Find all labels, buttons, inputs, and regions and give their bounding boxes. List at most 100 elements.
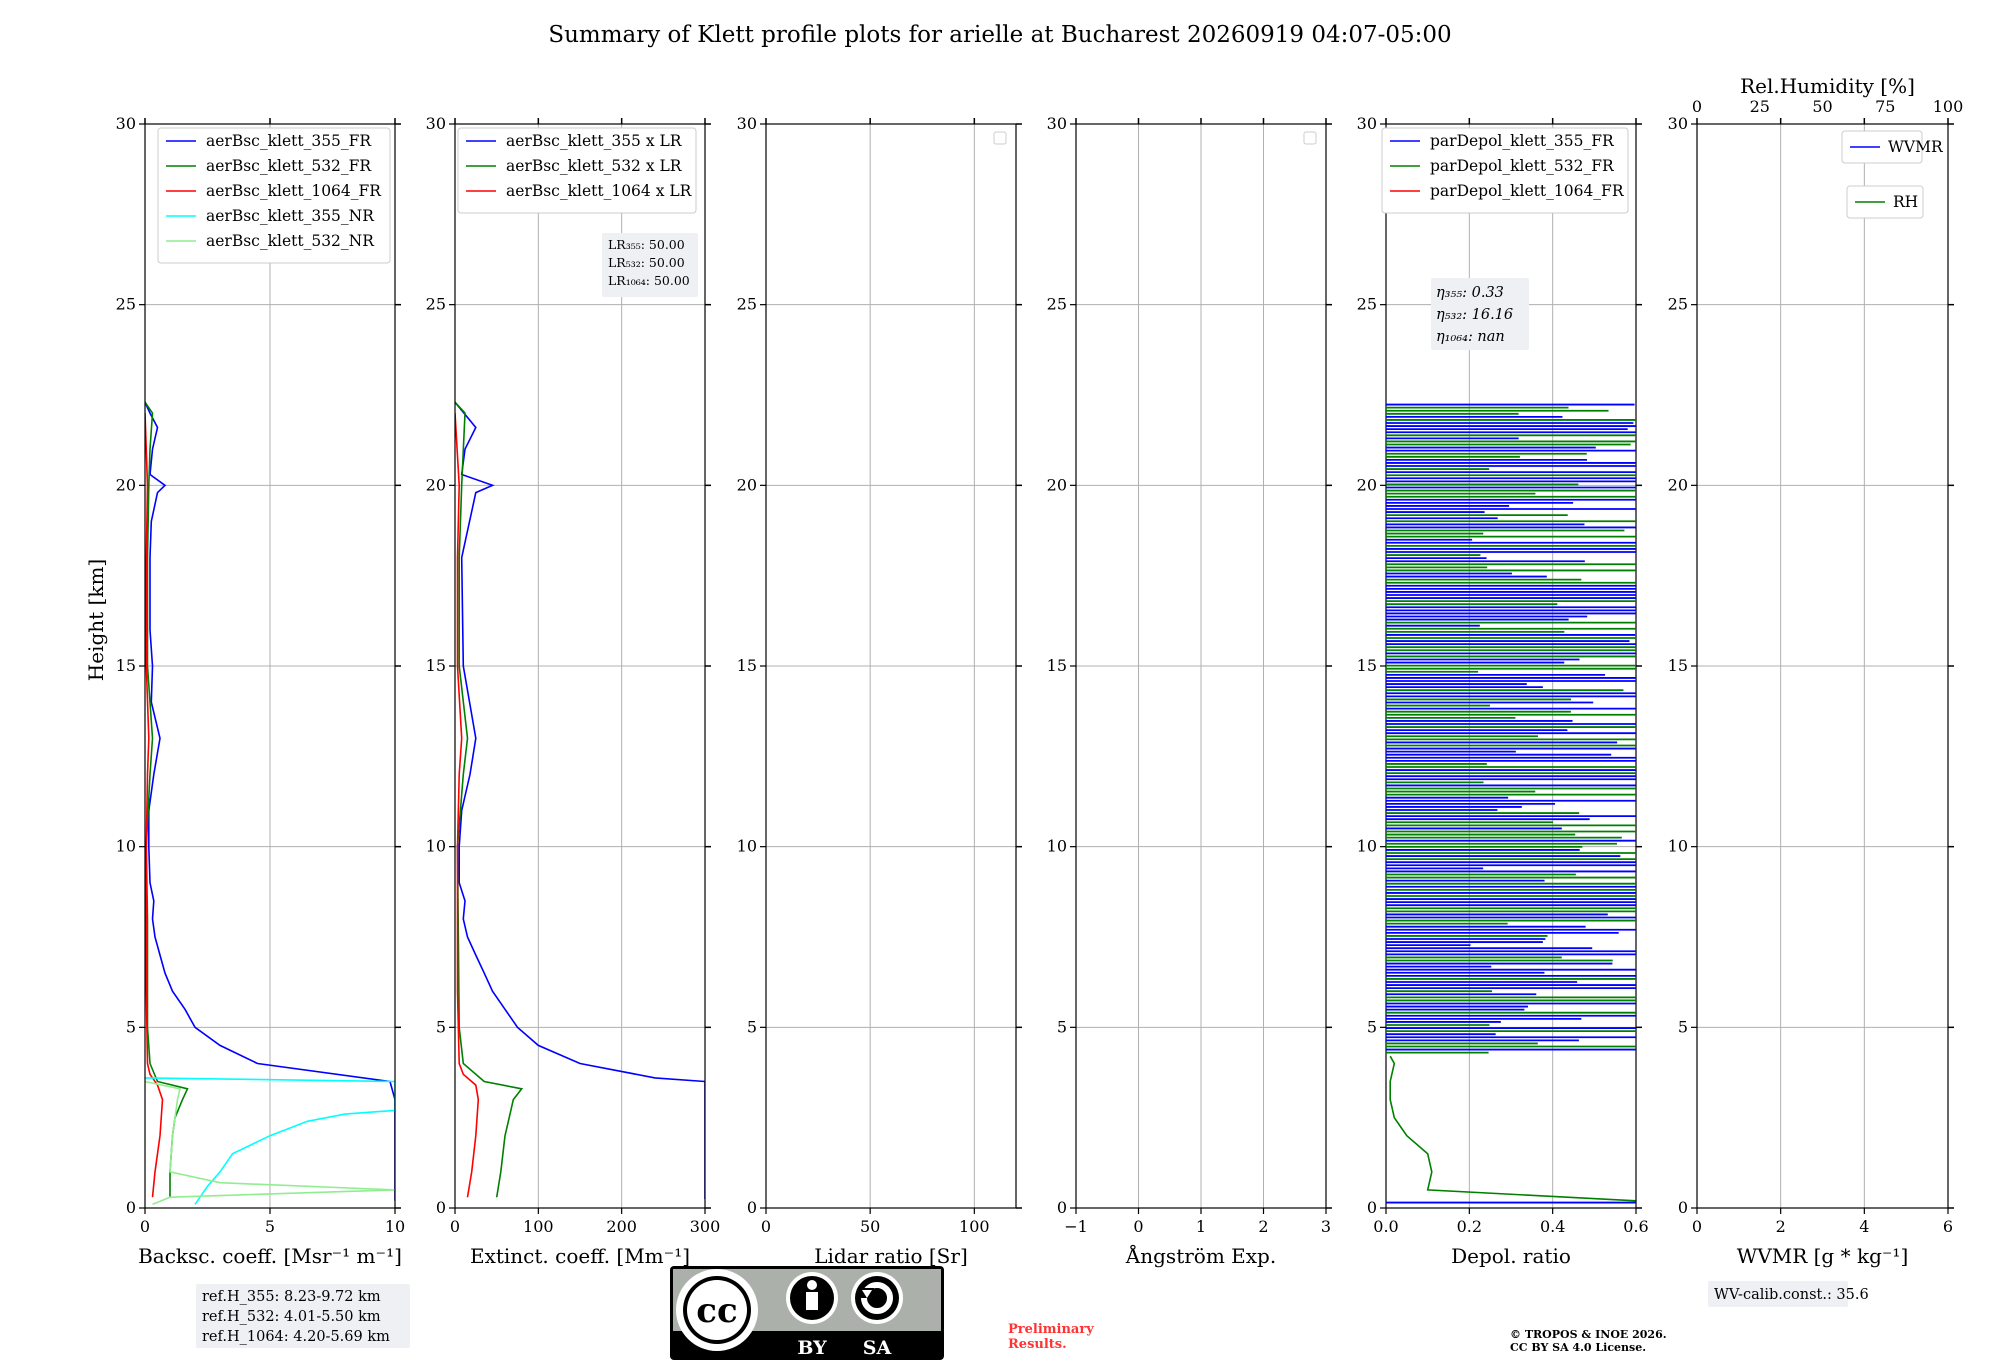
figure-title: Summary of Klett profile plots for ariel… (548, 22, 1451, 48)
empty-legend-box (1303, 131, 1317, 145)
copyright-line-1: © TROPOS & INOE 2026. (1510, 1328, 1667, 1341)
preliminary-label: Preliminary (1008, 1322, 1094, 1337)
wvmr-panel: 0510152025300 2 4 6WVMR [g * kg⁻¹]0 25 50 75 10… (1668, 74, 1964, 1268)
y-tick-label: 10 (737, 837, 757, 856)
preliminary-label-2: Results. (1008, 1337, 1067, 1352)
y-tick-label: 25 (737, 295, 757, 314)
x-tick-label: 0 (1133, 1217, 1143, 1236)
height-axis-label: Height [km] (84, 559, 108, 681)
y-tick-label: 5 (1367, 1017, 1377, 1036)
legend-entry: aerBsc_klett_355_NR (206, 207, 375, 225)
empty-legend-box (993, 131, 1007, 145)
y-tick-label: 15 (1668, 656, 1688, 675)
y-tick-label: 25 (426, 295, 446, 314)
x-tick-label: 50 (860, 1217, 880, 1236)
y-tick-label: 30 (1668, 114, 1688, 133)
y-tick-label: 5 (126, 1017, 136, 1036)
y-tick-label: 25 (116, 295, 136, 314)
x-tick-label: 4 (1859, 1217, 1869, 1236)
y-tick-label: 30 (1047, 114, 1067, 133)
legend-entry: parDepol_klett_1064_FR (1430, 182, 1625, 200)
y-tick-label: 0 (1057, 1198, 1067, 1217)
y-tick-label: 15 (426, 656, 446, 675)
x-tick-label: 0 (761, 1217, 771, 1236)
legend-entry: aerBsc_klett_532 x LR (506, 157, 683, 175)
y-tick-label: 0 (126, 1198, 136, 1217)
x-axis-label: WVMR [g * kg⁻¹] (1737, 1244, 1909, 1268)
eta-1064-text: η₁₀₆₄: nan (1436, 329, 1505, 345)
y-tick-label: 5 (1678, 1017, 1688, 1036)
y-tick-label: 15 (1357, 656, 1377, 675)
x-tick-label: 10 (385, 1217, 405, 1236)
x-tick-label: −1 (1064, 1217, 1088, 1236)
legend-entry-rh: RH (1893, 193, 1918, 211)
klett-figure: Summary of Klett profile plots for ariel… (84, 22, 1964, 1360)
y-tick-label: 25 (1668, 295, 1688, 314)
x-axis-label: Depol. ratio (1451, 1244, 1571, 1268)
y-tick-label: 20 (1668, 475, 1688, 494)
y-tick-label: 20 (1047, 475, 1067, 494)
top-x-tick-label: 25 (1750, 97, 1770, 116)
eta-532-text: η₅₃₂: 16.16 (1436, 307, 1513, 323)
backscatter-panel: 0 5 10 15 20 25 30 0 5 10 Backsc. coeff. [Msr⁻¹ m⁻… (116, 114, 406, 1268)
x-tick-label: 3 (1321, 1217, 1331, 1236)
y-tick-label: 15 (737, 656, 757, 675)
x-tick-label: 0.4 (1540, 1217, 1565, 1236)
legend-entry: aerBsc_klett_1064 x LR (506, 182, 693, 200)
y-tick-label: 25 (1047, 295, 1067, 314)
copyright-line-2: CC BY SA 4.0 License. (1510, 1341, 1646, 1354)
y-tick-label: 25 (1357, 295, 1377, 314)
y-tick-label: 0 (1367, 1198, 1377, 1217)
sa-label: SA (863, 1337, 892, 1359)
x-tick-label: 0 (450, 1217, 460, 1236)
y-tick-label: 30 (426, 114, 446, 133)
series-line-aerBsc_klett_355 x LR (455, 401, 705, 1199)
x-tick-label: 6 (1943, 1217, 1953, 1236)
ref-height-1064: ref.H_1064: 4.20-5.69 km (202, 1329, 390, 1345)
eta-box: η₃₅₅: 0.33 η₅₃₂: 16.16 η₁₀₆₄: nan (1431, 278, 1529, 350)
x-tick-label: 5 (265, 1217, 275, 1236)
x-axis-label: Lidar ratio [Sr] (814, 1244, 968, 1268)
series-line-aerBsc_klett_532 x LR (455, 401, 524, 1198)
series-line-parDepol_klett_532_FR (1389, 1055, 1636, 1202)
legend-entry: aerBsc_klett_355_FR (206, 132, 372, 150)
y-tick-label: 0 (436, 1198, 446, 1217)
legend-entry: parDepol_klett_355_FR (1430, 132, 1615, 150)
x-tick-label: 2 (1258, 1217, 1268, 1236)
y-tick-label: 10 (1047, 837, 1067, 856)
wv-calib-box: WV-calib.const.: 35.6 (1708, 1281, 1869, 1307)
y-tick-label: 15 (1047, 656, 1067, 675)
angstrom-panel: 051015202530−1 0 1 2 3Ångström Exp. (1047, 114, 1332, 1268)
x-tick-label: 300 (690, 1217, 721, 1236)
cc-logo-text: cc (696, 1291, 737, 1331)
wv-calib-text: WV-calib.const.: 35.6 (1714, 1287, 1869, 1303)
legend-entry-wvmr: WVMR (1888, 138, 1944, 156)
top-x-tick-label: 50 (1812, 97, 1832, 116)
x-tick-label: 100 (959, 1217, 990, 1236)
y-tick-label: 5 (747, 1017, 757, 1036)
y-tick-label: 5 (1057, 1017, 1067, 1036)
y-tick-label: 20 (1357, 475, 1377, 494)
x-tick-label: 0.6 (1623, 1217, 1648, 1236)
cc-license-badge[interactable]: cc BY SA (670, 1266, 944, 1360)
reference-height-box: ref.H_355: 8.23-9.72 km ref.H_532: 4.01-… (196, 1284, 410, 1348)
y-tick-label: 5 (436, 1017, 446, 1036)
y-tick-label: 30 (737, 114, 757, 133)
ref-height-355: ref.H_355: 8.23-9.72 km (202, 1289, 381, 1305)
y-tick-label: 10 (116, 837, 136, 856)
y-tick-label: 30 (1357, 114, 1377, 133)
y-tick-label: 0 (1678, 1198, 1688, 1217)
x-tick-label: 0 (1692, 1217, 1702, 1236)
x-tick-label: 200 (606, 1217, 637, 1236)
x-axis-label: Ångström Exp. (1125, 1243, 1276, 1268)
lidar-ratio-panel: 0 5 10 15 20 25 30 0 50 100 Lidar ratio [Sr] (737, 114, 1022, 1268)
legend-entry: parDepol_klett_532_FR (1430, 157, 1615, 175)
legend-entry: aerBsc_klett_532_NR (206, 232, 375, 250)
legend-entry: aerBsc_klett_355 x LR (506, 132, 683, 150)
x-tick-label: 100 (523, 1217, 554, 1236)
x-tick-label: 0 (140, 1217, 150, 1236)
lr-1064-text: LR₁₀₆₄: 50.00 (608, 273, 690, 288)
y-tick-label: 20 (426, 475, 446, 494)
legend-entry: aerBsc_klett_1064_FR (206, 182, 382, 200)
x-tick-label: 2 (1776, 1217, 1786, 1236)
